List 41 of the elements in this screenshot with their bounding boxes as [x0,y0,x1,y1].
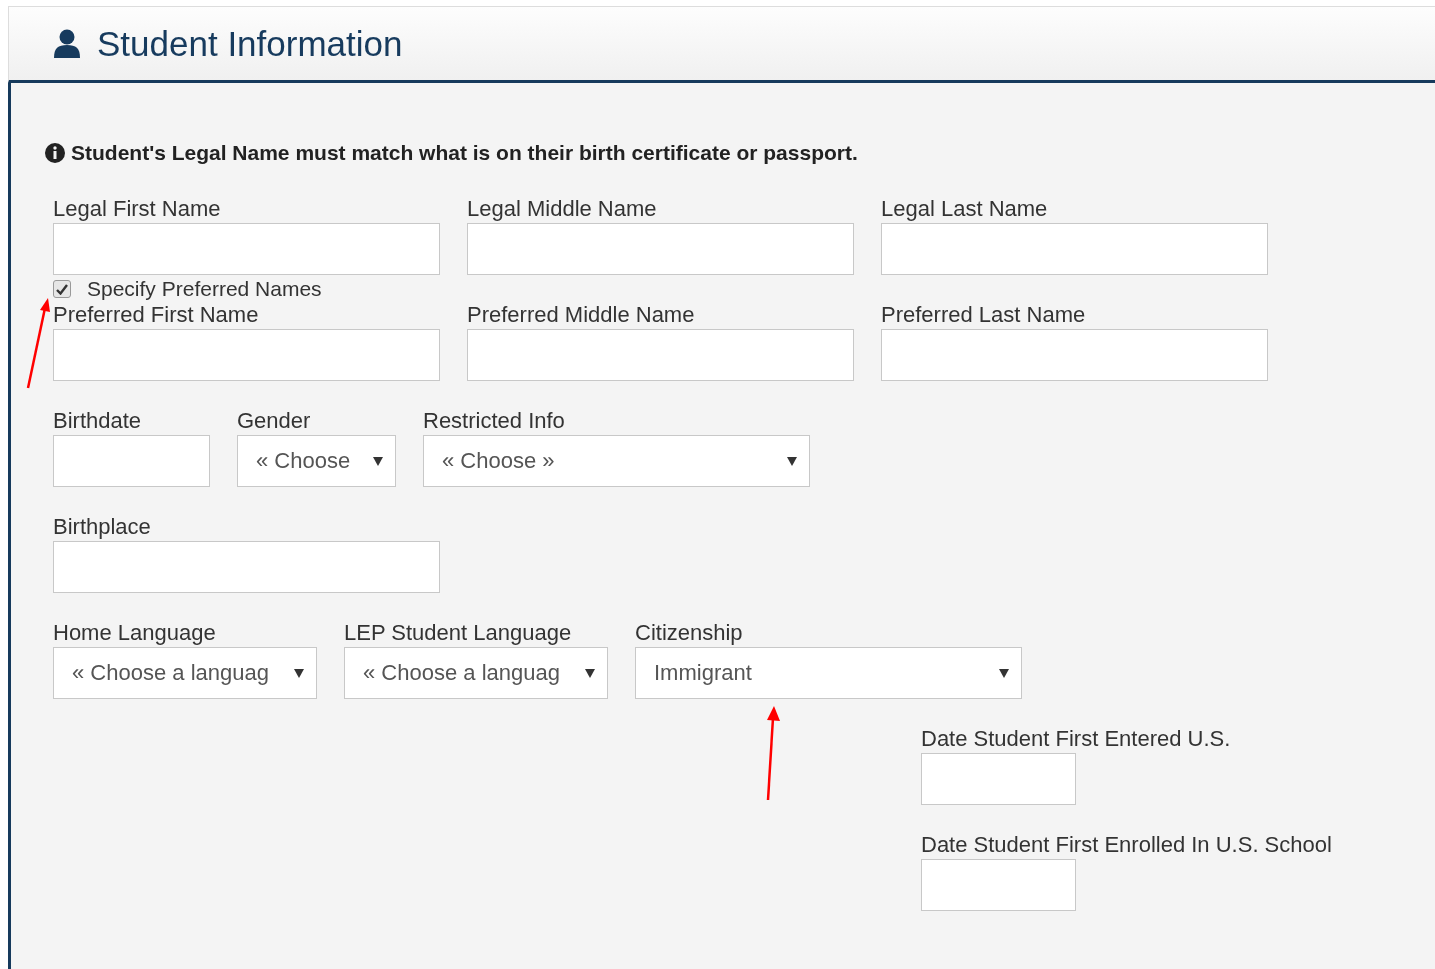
dropdown[interactable]: « Choose » [423,435,810,487]
text-field[interactable] [53,223,440,275]
notice-text: Student's Legal Name must match what is on their birth certificate or passport. [71,141,858,165]
field-label: Restricted Info [423,407,566,435]
field-label: Birthplace [53,513,152,541]
text-field[interactable] [467,223,854,275]
text-field[interactable] [881,329,1268,381]
text-field[interactable] [53,541,440,593]
dropdown[interactable]: « Choose a languag [53,647,317,699]
dropdown[interactable]: « Choose a languag [344,647,608,699]
field-label: Legal First Name [53,195,222,223]
field-label: Gender [237,407,312,435]
caret-icon [373,456,383,466]
field-label: Citizenship [635,619,744,647]
text-field[interactable] [53,435,210,487]
caret-icon [294,668,304,678]
field-label: Legal Last Name [881,195,1049,223]
page-title: Student Information [97,23,403,64]
text-field[interactable] [921,753,1076,805]
dropdown[interactable]: « Choose [237,435,396,487]
field-label: Preferred Last Name [881,301,1087,329]
field-label: Date Student First Entered U.S. [921,725,1231,753]
field-label: Birthdate [53,407,143,435]
field-label: Legal Middle Name [467,195,658,223]
field-label: Date Student First Enrolled In U.S. School [921,831,1332,859]
info-icon [45,143,65,163]
user-icon [53,28,81,59]
checkbox[interactable] [53,280,71,298]
text-field[interactable] [881,223,1268,275]
text-field[interactable] [921,859,1076,911]
field-label: LEP Student Language [344,619,573,647]
caret-icon [585,668,595,678]
field-label: Home Language [53,619,217,647]
caret-icon [999,668,1009,678]
text-field[interactable] [53,329,440,381]
field-label: Preferred First Name [53,301,260,329]
field-label: Preferred Middle Name [467,301,696,329]
text-field[interactable] [467,329,854,381]
dropdown[interactable]: Immigrant [635,647,1022,699]
caret-icon [787,456,797,466]
checkbox-label: Specify Preferred Names [87,277,322,301]
